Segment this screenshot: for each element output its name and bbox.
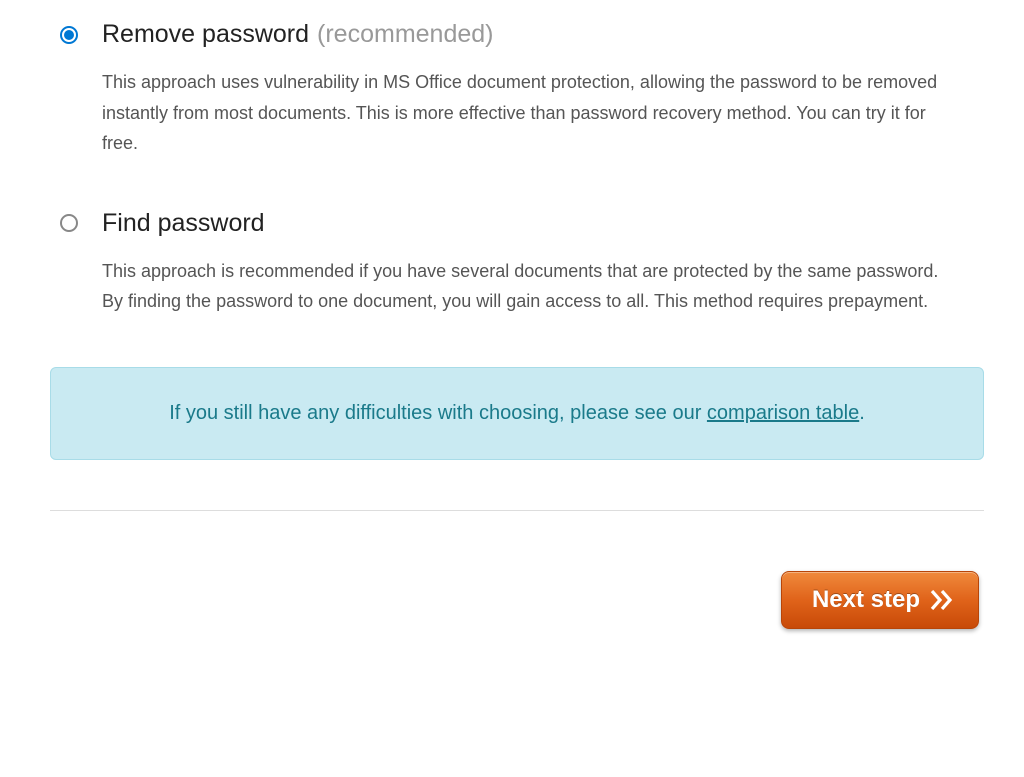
comparison-table-link[interactable]: comparison table bbox=[707, 402, 859, 424]
option-description: This approach is recommended if you have… bbox=[102, 256, 962, 317]
radio-find-password[interactable] bbox=[60, 214, 78, 232]
info-box: If you still have any difficulties with … bbox=[50, 367, 984, 460]
divider bbox=[50, 510, 984, 511]
chevron-right-icon bbox=[930, 590, 956, 610]
option-header[interactable]: Find password bbox=[60, 209, 984, 238]
option-title: Find password bbox=[102, 209, 265, 238]
option-header[interactable]: Remove password (recommended) bbox=[60, 20, 984, 49]
option-find-password: Find password This approach is recommend… bbox=[50, 209, 984, 317]
next-step-button[interactable]: Next step bbox=[781, 571, 979, 629]
option-suffix: (recommended) bbox=[317, 20, 493, 49]
next-step-label: Next step bbox=[812, 586, 920, 614]
option-remove-password: Remove password (recommended) This appro… bbox=[50, 20, 984, 159]
button-row: Next step bbox=[50, 571, 984, 629]
radio-remove-password[interactable] bbox=[60, 26, 78, 44]
option-title: Remove password bbox=[102, 20, 309, 49]
info-suffix: . bbox=[859, 402, 865, 424]
option-description: This approach uses vulnerability in MS O… bbox=[102, 67, 962, 159]
info-prefix: If you still have any difficulties with … bbox=[169, 402, 707, 424]
